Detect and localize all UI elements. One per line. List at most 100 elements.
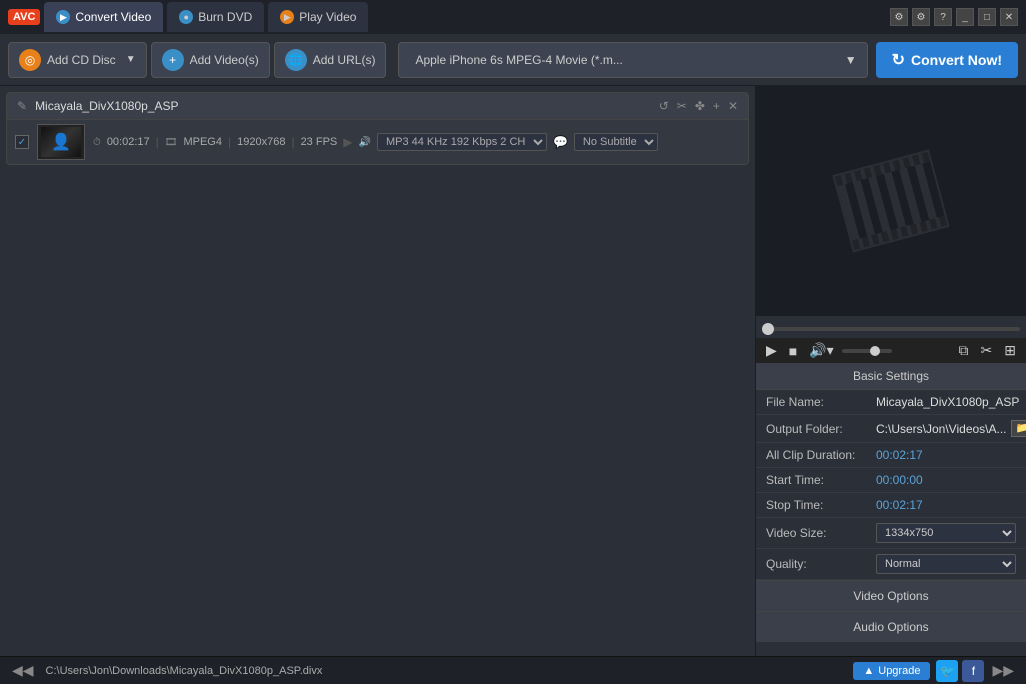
add-video-button[interactable]: + Add Video(s) bbox=[151, 42, 270, 78]
video-add-icon: + bbox=[162, 49, 184, 71]
film-reel-decoration bbox=[841, 161, 941, 241]
quality-select[interactable]: Normal bbox=[876, 554, 1016, 574]
play-button[interactable]: ▶ bbox=[762, 340, 781, 361]
all-clip-duration-row: All Clip Duration: 00:02:17 bbox=[756, 443, 1026, 468]
video-size-select[interactable]: 1334x750 bbox=[876, 523, 1016, 543]
quality-label: Quality: bbox=[766, 557, 876, 571]
twitter-button[interactable]: 🐦 bbox=[936, 660, 958, 682]
nav-right-button[interactable]: ▶▶ bbox=[988, 660, 1018, 681]
file-info-row: 👤 ⏱ 00:02:17 | 🎞 MPEG4 | 1920x768 | 23 F… bbox=[7, 120, 748, 164]
refresh-icon: ↻ bbox=[892, 50, 905, 70]
stop-button[interactable]: ■ bbox=[785, 341, 801, 361]
subtitle-select[interactable]: No Subtitle bbox=[574, 133, 658, 151]
subtitle-icon: 💬 bbox=[553, 135, 568, 149]
start-time-row: Start Time: 00:00:00 bbox=[756, 468, 1026, 493]
convert-now-label: Convert Now! bbox=[911, 52, 1002, 68]
remove-icon[interactable]: ✕ bbox=[726, 97, 740, 115]
statusbar: ◀◀ C:\Users\Jon\Downloads\Micayala_DivX1… bbox=[0, 656, 1026, 684]
seek-slider[interactable] bbox=[762, 327, 1020, 331]
tab-burn-dvd[interactable]: ● Burn DVD bbox=[167, 2, 264, 32]
edit-icon[interactable]: ✎ bbox=[15, 97, 29, 115]
video-size-label: Video Size: bbox=[766, 526, 876, 540]
nav-left-button[interactable]: ◀◀ bbox=[8, 660, 38, 681]
settings-panel: Basic Settings File Name: Micayala_DivX1… bbox=[756, 363, 1026, 656]
file-header: ✎ Micayala_DivX1080p_ASP ↺ ✂ ✤ + ✕ bbox=[7, 93, 748, 120]
volume-slider[interactable] bbox=[842, 349, 892, 353]
add-cd-dropdown-icon[interactable]: ▼ bbox=[126, 54, 136, 65]
filename-label: File Name: bbox=[766, 395, 876, 409]
gear-icon[interactable]: ⚙ bbox=[912, 8, 930, 26]
upgrade-label: Upgrade bbox=[878, 665, 920, 677]
file-meta: ⏱ 00:02:17 | 🎞 MPEG4 | 1920x768 | 23 FPS… bbox=[93, 133, 740, 151]
all-clip-duration-label: All Clip Duration: bbox=[766, 448, 876, 462]
add-icon[interactable]: + bbox=[711, 97, 722, 115]
social-buttons: 🐦 f bbox=[936, 660, 984, 682]
resolution-value: 1920x768 bbox=[237, 136, 285, 148]
format-selector[interactable]: Apple iPhone 6s MPEG-4 Movie (*.m... ▼ bbox=[398, 42, 867, 78]
cut-icon[interactable]: ✂ bbox=[675, 97, 689, 115]
film-icon: 🎞 bbox=[165, 137, 178, 148]
file-checkbox[interactable] bbox=[15, 135, 29, 149]
settings-window-icon[interactable]: ⚙ bbox=[890, 8, 908, 26]
start-time-value: 00:00:00 bbox=[876, 473, 1016, 487]
add-cd-button[interactable]: ◎ Add CD Disc ▼ bbox=[8, 42, 147, 78]
stop-time-value: 00:02:17 bbox=[876, 498, 1016, 512]
status-path: C:\Users\Jon\Downloads\Micayala_DivX1080… bbox=[38, 665, 854, 677]
help-icon[interactable]: ? bbox=[934, 8, 952, 26]
file-details: ⏱ 00:02:17 | 🎞 MPEG4 | 1920x768 | 23 FPS… bbox=[93, 133, 740, 151]
url-icon: 🌐 bbox=[285, 49, 307, 71]
format-dropdown-icon[interactable]: ▼ bbox=[845, 53, 857, 67]
film-strip bbox=[832, 149, 949, 252]
output-folder-label: Output Folder: bbox=[766, 422, 876, 436]
add-cd-label: Add CD Disc bbox=[47, 53, 116, 67]
upgrade-button[interactable]: ▲ Upgrade bbox=[853, 662, 930, 680]
convert-now-button[interactable]: ↻ Convert Now! bbox=[876, 42, 1018, 78]
add-url-button[interactable]: 🌐 Add URL(s) bbox=[274, 42, 387, 78]
preview-area bbox=[756, 86, 1026, 316]
quality-row: Quality: Normal bbox=[756, 549, 1026, 580]
video-options-button[interactable]: Video Options bbox=[756, 580, 1026, 611]
fps-value: 23 FPS bbox=[301, 136, 338, 148]
settings-file-icon[interactable]: ✤ bbox=[693, 97, 707, 115]
burn-dvd-icon: ● bbox=[179, 10, 193, 24]
file-thumbnail: 👤 bbox=[37, 124, 85, 160]
filename-row: File Name: Micayala_DivX1080p_ASP bbox=[756, 390, 1026, 415]
tab-play-video[interactable]: ▶ Play Video bbox=[268, 2, 368, 32]
audio-select[interactable]: MP3 44 KHz 192 Kbps 2 CH bbox=[377, 133, 547, 151]
minimize-icon[interactable]: _ bbox=[956, 8, 974, 26]
tab-convert-video[interactable]: ▶ Convert Video bbox=[44, 2, 163, 32]
playback-controls: ▶ ■ 🔊▾ ⧉ ✂ ⊞ bbox=[756, 338, 1026, 363]
cut-button[interactable]: ✂ bbox=[977, 340, 997, 361]
add-url-label: Add URL(s) bbox=[313, 53, 376, 67]
refresh-file-icon[interactable]: ↺ bbox=[657, 97, 671, 115]
copy-button[interactable]: ⧉ bbox=[955, 340, 973, 361]
cd-icon: ◎ bbox=[19, 49, 41, 71]
separator-3: | bbox=[291, 135, 294, 149]
person-icon: 👤 bbox=[51, 132, 71, 152]
duration-value: 00:02:17 bbox=[107, 136, 150, 148]
all-clip-duration-value: 00:02:17 bbox=[876, 448, 1016, 462]
upgrade-arrow-icon: ▲ bbox=[863, 665, 874, 677]
film-perfs-top bbox=[835, 152, 930, 187]
maximize-icon[interactable]: □ bbox=[978, 8, 996, 26]
right-panel: ▶ ■ 🔊▾ ⧉ ✂ ⊞ Basic Settings File Name: M… bbox=[756, 86, 1026, 656]
browse-folder-button[interactable]: 📁 bbox=[1011, 420, 1026, 437]
seek-bar-container bbox=[756, 316, 1026, 338]
titlebar: AVC ▶ Convert Video ● Burn DVD ▶ Play Vi… bbox=[0, 0, 1026, 34]
output-folder-value: C:\Users\Jon\Videos\A... bbox=[876, 422, 1007, 436]
separator-4: ▶ bbox=[343, 135, 352, 149]
file-list: ✎ Micayala_DivX1080p_ASP ↺ ✂ ✤ + ✕ 👤 bbox=[6, 92, 749, 165]
filename-value: Micayala_DivX1080p_ASP bbox=[876, 395, 1019, 409]
film-perfs-bottom bbox=[852, 216, 947, 251]
left-panel: ✎ Micayala_DivX1080p_ASP ↺ ✂ ✤ + ✕ 👤 bbox=[0, 86, 756, 656]
facebook-button[interactable]: f bbox=[962, 660, 984, 682]
separator-1: | bbox=[156, 135, 159, 149]
toolbar: ◎ Add CD Disc ▼ + Add Video(s) 🌐 Add URL… bbox=[0, 34, 1026, 86]
tab-burn-dvd-label: Burn DVD bbox=[198, 10, 252, 24]
video-size-row: Video Size: 1334x750 bbox=[756, 518, 1026, 549]
audio-options-button[interactable]: Audio Options bbox=[756, 611, 1026, 642]
crop-button[interactable]: ⊞ bbox=[1000, 340, 1020, 361]
stop-time-label: Stop Time: bbox=[766, 498, 876, 512]
volume-dropdown-button[interactable]: 🔊▾ bbox=[805, 340, 837, 361]
close-icon[interactable]: ✕ bbox=[1000, 8, 1018, 26]
